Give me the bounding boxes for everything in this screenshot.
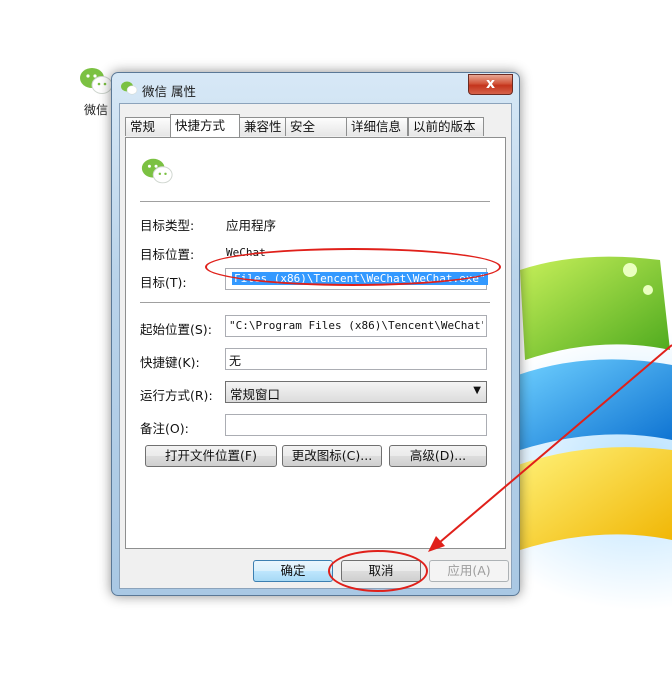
annotation-arrow <box>428 344 672 552</box>
tab-shortcut[interactable]: 快捷方式 <box>170 114 240 137</box>
